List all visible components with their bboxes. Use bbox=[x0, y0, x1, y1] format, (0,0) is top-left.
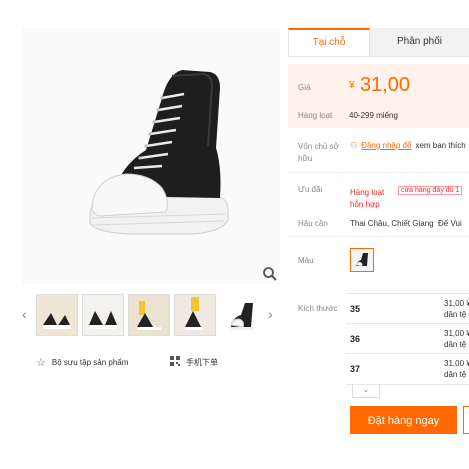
divider bbox=[288, 172, 469, 173]
shipping-extra: Đế Vui bbox=[438, 219, 462, 228]
star-icon: ☆ bbox=[36, 357, 46, 369]
size-row[interactable]: 36 31,00 ¥ dân tệ bbox=[346, 323, 469, 354]
order-now-button[interactable]: Đặt hàng ngay bbox=[350, 406, 457, 434]
favorites-label: Bộ sưu tập sản phẩm bbox=[51, 358, 129, 367]
users-icon: ⚇ bbox=[350, 141, 358, 150]
chevron-left-icon[interactable]: ‹ bbox=[22, 306, 27, 322]
size-value: 35 bbox=[350, 304, 361, 314]
mobile-order-button[interactable]: 手机下单 bbox=[170, 356, 218, 368]
shipping-origin: Thai Châu, Chiết Giang bbox=[350, 219, 434, 228]
quantity-stepper[interactable]: ⌄ bbox=[352, 384, 380, 398]
price-label: Giá bbox=[298, 83, 311, 92]
currency-symbol: ¥ bbox=[349, 80, 355, 91]
thumbnail[interactable] bbox=[128, 294, 170, 336]
size-row[interactable]: 35 31,00 ¥ dân tệ bbox=[346, 293, 469, 324]
secondary-button-edge[interactable] bbox=[463, 406, 469, 434]
owner-text: xem ban thích bbox=[415, 141, 466, 150]
price-box: Giá ¥ 31,00 Hàng loạt 40-299 miếng bbox=[288, 64, 469, 128]
thumbnail[interactable] bbox=[36, 294, 78, 336]
owner-label: Vốn chủ sở hữu bbox=[298, 142, 339, 163]
thumbnail-strip: ‹ › bbox=[22, 292, 280, 340]
tab-distribution[interactable]: Phân phối bbox=[370, 28, 469, 56]
size-price: 31,00 ¥ dân tệ bbox=[444, 299, 469, 319]
size-value: 37 bbox=[350, 364, 361, 374]
chevron-right-icon[interactable]: › bbox=[268, 306, 273, 322]
login-link[interactable]: Đăng nhập để bbox=[361, 141, 411, 150]
promo-label: Ưu đãi bbox=[298, 185, 323, 194]
thumbnail[interactable] bbox=[82, 294, 124, 336]
promo-tag-store: cửa hàng đầy đủ 1 bbox=[398, 186, 463, 195]
promo-tag-mixed: Hàng loạt hỗn hợp bbox=[350, 188, 385, 209]
mobile-order-label: 手机下单 bbox=[186, 357, 218, 367]
batch-value: 40-299 miếng bbox=[349, 111, 398, 120]
size-row[interactable]: 37 31,00 ¥ dân tệ bbox=[346, 353, 469, 385]
main-product-image[interactable] bbox=[22, 28, 280, 284]
size-price: 31,00 ¥ dân tệ bbox=[444, 359, 469, 379]
size-label: Kích thước bbox=[298, 304, 338, 313]
tab-in-stock[interactable]: Tại chỗ bbox=[288, 28, 370, 56]
qr-code-icon bbox=[170, 356, 180, 368]
zoom-icon[interactable] bbox=[262, 266, 278, 282]
thumbnail[interactable] bbox=[174, 294, 216, 336]
shipping-label: Hậu cần bbox=[298, 219, 328, 228]
tab-bar: Tại chỗ Phân phối bbox=[288, 28, 469, 57]
color-swatch-black[interactable] bbox=[350, 248, 374, 272]
price-value: 31,00 bbox=[360, 74, 411, 96]
divider bbox=[288, 236, 469, 237]
size-price: 31,00 ¥ dân tệ bbox=[444, 329, 469, 349]
size-value: 36 bbox=[350, 334, 361, 344]
color-label: Màu bbox=[298, 256, 314, 265]
boot-image bbox=[89, 70, 229, 235]
batch-label: Hàng loạt bbox=[298, 111, 333, 120]
thumbnail[interactable] bbox=[220, 294, 262, 336]
owner-row: ⚇ Đăng nhập để xem ban thích bbox=[350, 141, 466, 150]
favorites-button[interactable]: ☆ Bộ sưu tập sản phẩm bbox=[36, 356, 128, 369]
